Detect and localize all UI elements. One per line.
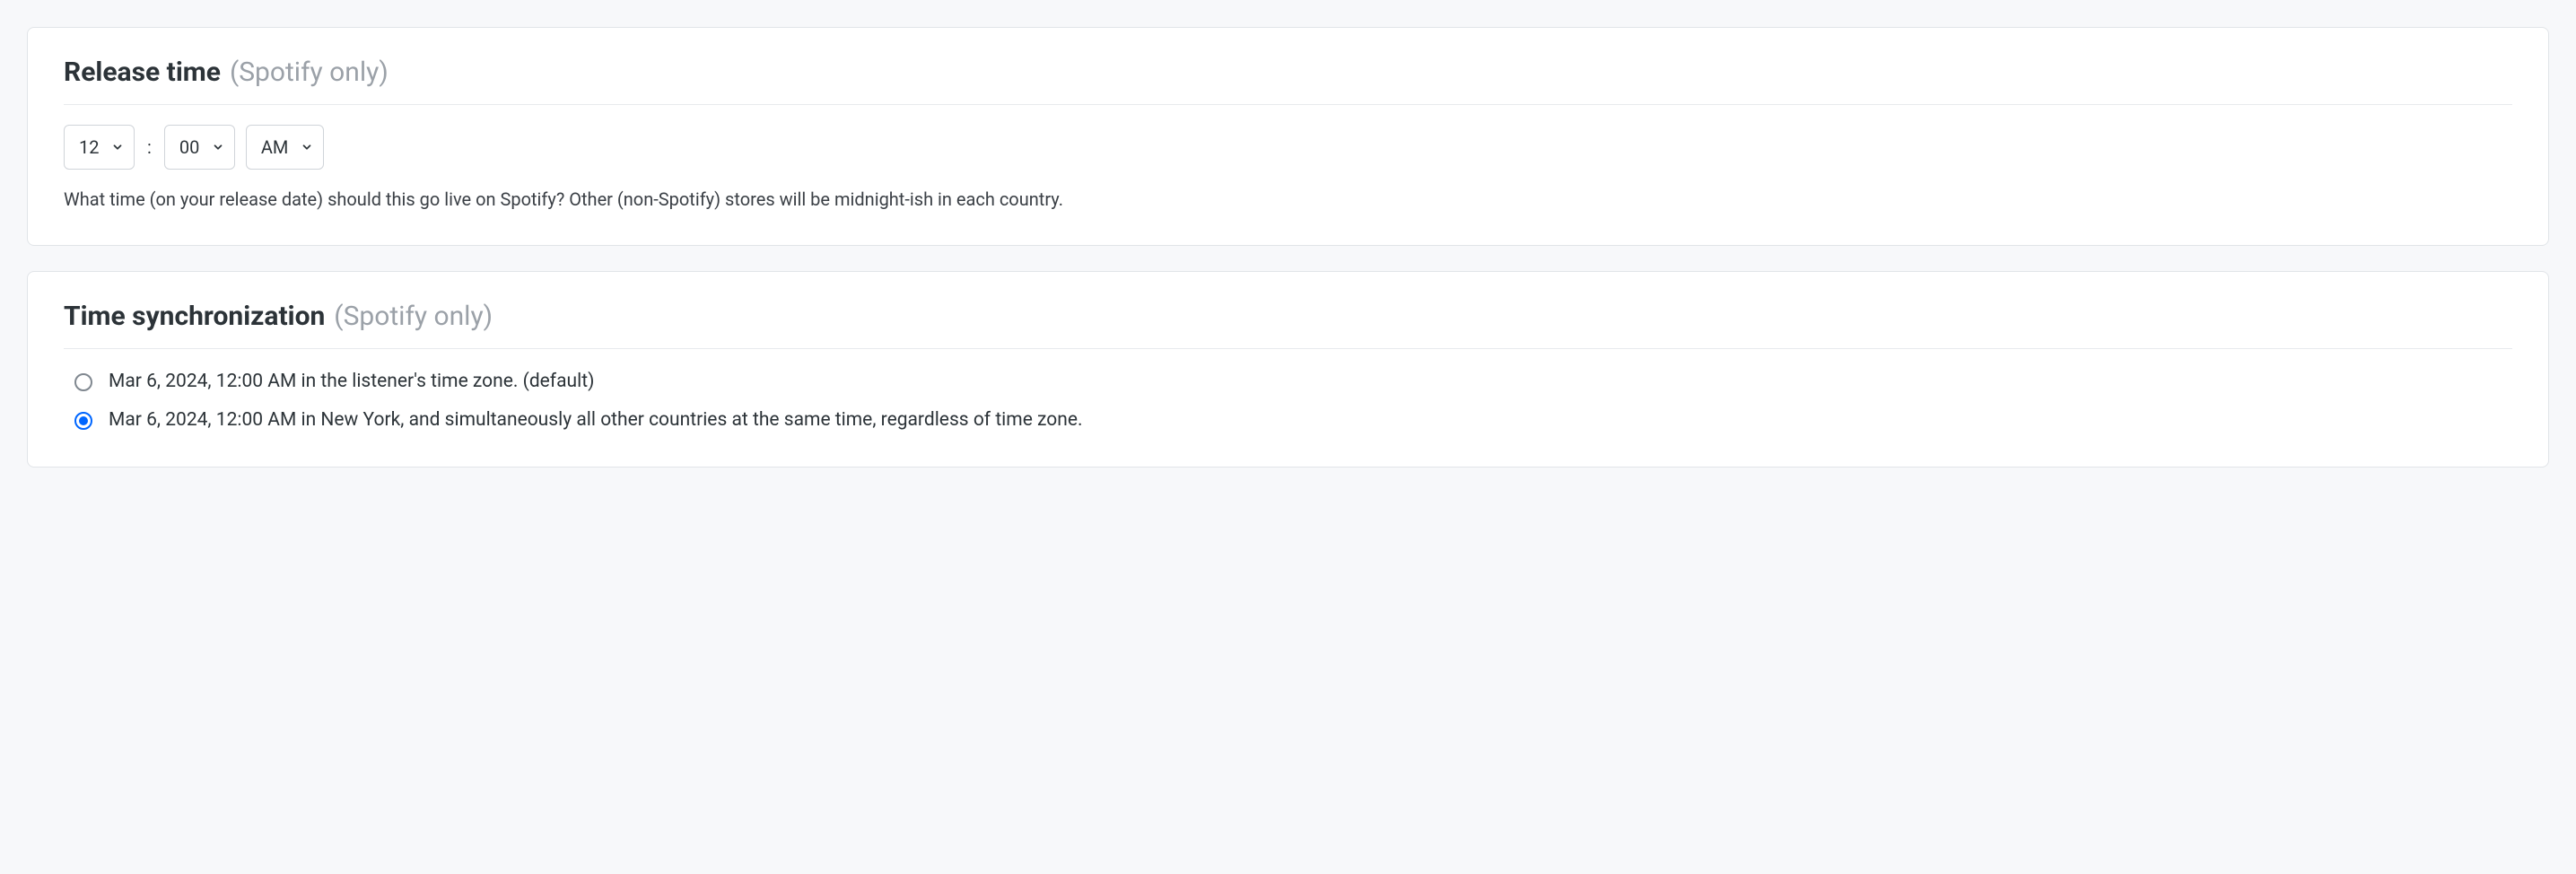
hour-select[interactable]: 12	[64, 125, 135, 170]
hour-select-wrapper: 12	[64, 125, 135, 170]
release-time-title: Release time	[64, 57, 221, 88]
release-time-card: Release time (Spotify only) 12 : 00 AM	[27, 27, 2549, 246]
radio-icon	[74, 373, 92, 391]
radio-label: Mar 6, 2024, 12:00 AM in New York, and s…	[109, 407, 1083, 433]
time-sync-radio-group: Mar 6, 2024, 12:00 AM in the listener's …	[64, 369, 2512, 434]
minute-select-wrapper: 00	[164, 125, 235, 170]
ampm-select-wrapper: AM	[246, 125, 324, 170]
ampm-select[interactable]: AM	[246, 125, 324, 170]
radio-icon	[74, 412, 92, 430]
time-sync-header: Time synchronization (Spotify only)	[64, 301, 2512, 349]
radio-label: Mar 6, 2024, 12:00 AM in the listener's …	[109, 369, 594, 395]
radio-option-listener-timezone[interactable]: Mar 6, 2024, 12:00 AM in the listener's …	[64, 369, 2512, 395]
time-sync-subtitle: (Spotify only)	[334, 301, 493, 332]
time-selectors: 12 : 00 AM	[64, 125, 2512, 170]
time-sync-title: Time synchronization	[64, 301, 325, 332]
release-time-help-text: What time (on your release date) should …	[64, 186, 2512, 213]
time-separator: :	[147, 136, 152, 158]
radio-option-new-york[interactable]: Mar 6, 2024, 12:00 AM in New York, and s…	[64, 407, 2512, 433]
release-time-header: Release time (Spotify only)	[64, 57, 2512, 105]
release-time-subtitle: (Spotify only)	[230, 57, 389, 88]
minute-select[interactable]: 00	[164, 125, 235, 170]
time-sync-card: Time synchronization (Spotify only) Mar …	[27, 271, 2549, 468]
